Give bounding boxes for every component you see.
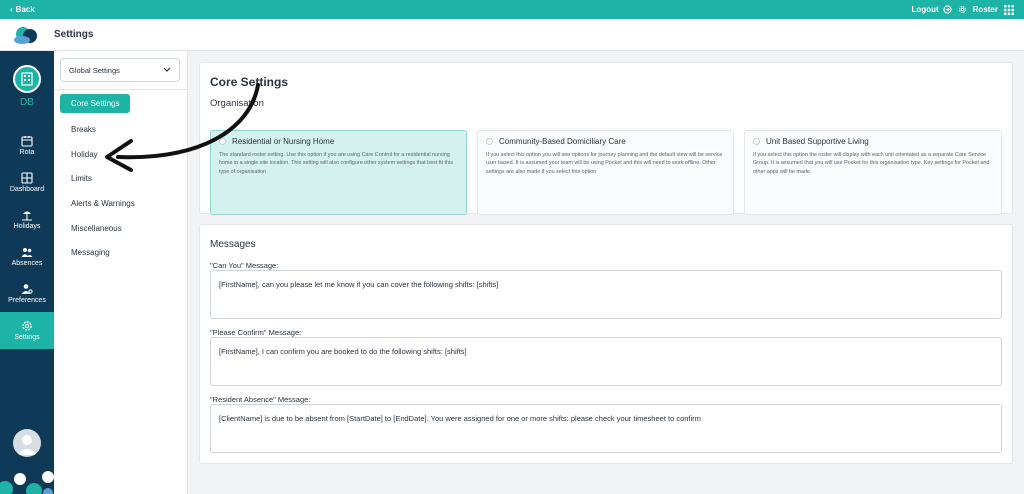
scope-select[interactable]: Global Settings [60,58,180,82]
option-supportive-living[interactable]: Unit Based Supportive Living If you sele… [744,130,1002,215]
people-icon [21,248,33,257]
option-title: Residential or Nursing Home [232,137,335,146]
building-icon [21,72,33,86]
organisation-label: Organisation [210,98,264,109]
field-label: "Can You" Message: [210,261,279,270]
logout-label: Logout [911,5,939,14]
org-avatar[interactable] [13,65,41,93]
divider [54,89,188,90]
calendar-icon [21,136,33,147]
option-title: Community-Based Domiciliary Care [499,137,626,146]
subnav-item-breaks[interactable]: Breaks [71,125,96,134]
option-residential[interactable]: Residential or Nursing Home The standard… [210,130,467,215]
subnav-item-messaging[interactable]: Messaging [71,248,110,257]
option-domiciliary[interactable]: Community-Based Domiciliary Care If you … [477,130,734,215]
messages-title: Messages [210,239,256,250]
option-description: If you select this option the roster wil… [753,152,990,175]
top-bar-actions: Logout Roster [912,4,1014,15]
rail-item-label: Absences [11,260,43,267]
subnav-item-miscellaneous[interactable]: Miscellaneous [71,224,122,233]
decorative-pattern [0,471,54,494]
roster-label[interactable]: Roster [973,5,998,14]
chevron-left-icon: ‹ [10,5,13,14]
settings-subnav: Global Settings Core Settings Breaks Hol… [54,51,188,494]
rail-item-label: Rota [19,149,35,156]
left-rail: DB Rota Dashboard Holidays Absences Pref… [0,51,54,494]
rail-item-rota[interactable]: Rota [0,127,54,164]
beach-icon [22,211,32,221]
back-label: Back [15,5,35,14]
app-logo [0,19,54,51]
page-header: Settings [0,19,1024,51]
please-confirm-message-input[interactable]: [FirstName], I can confirm you are booke… [210,337,1002,386]
rail-item-dashboard[interactable]: Dashboard [0,164,54,201]
radio-button[interactable] [486,138,493,145]
grid-menu-icon[interactable] [1004,4,1014,15]
main-content: Core Settings Organisation Residential o… [188,51,1024,494]
option-description: If you select this option you will see o… [486,152,723,175]
page-title: Settings [54,29,94,40]
subnav-item-alerts-warnings[interactable]: Alerts & Warnings [71,199,135,208]
rail-item-label: Preferences [8,297,46,304]
rail-item-settings[interactable]: Settings [0,312,54,349]
core-settings-card: Core Settings Organisation Residential o… [199,62,1013,215]
subnav-item-core-settings[interactable]: Core Settings [60,94,131,113]
resident-absence-message-input[interactable]: [ClientName] is due to be absent from [S… [210,404,1002,453]
user-settings-icon [21,284,33,294]
option-description: The standard roster setting. Use this op… [219,152,453,175]
user-initials: DB [20,97,34,108]
rail-item-preferences[interactable]: Preferences [0,275,54,312]
chevron-down-icon [163,67,171,72]
section-title: Core Settings [210,75,289,89]
radio-button[interactable] [753,138,760,145]
subnav-item-limits[interactable]: Limits [71,174,92,183]
back-button[interactable]: ‹ Back [10,5,35,14]
messages-card: Messages "Can You" Message: [FirstName],… [199,224,1013,464]
rail-item-holidays[interactable]: Holidays [0,201,54,238]
scope-select-value: Global Settings [69,65,120,75]
gear-icon [22,321,32,331]
logout-button[interactable]: Logout [912,5,952,14]
rail-item-absences[interactable]: Absences [0,238,54,275]
top-bar: ‹ Back Logout Roster [0,0,1024,19]
rail-item-label: Dashboard [9,186,45,193]
field-label: "Resident Absence" Message: [210,395,311,404]
radio-button[interactable] [219,138,226,145]
logout-icon [943,5,952,14]
option-title: Unit Based Supportive Living [766,137,869,146]
subnav-item-holiday[interactable]: Holiday [71,150,98,159]
gear-icon[interactable] [958,5,967,14]
user-avatar[interactable] [13,429,41,457]
field-label: "Please Confirm" Message: [210,328,302,337]
rail-item-label: Settings [14,334,40,341]
can-you-message-input[interactable]: [FirstName], can you please let me know … [210,270,1002,319]
dashboard-icon [21,172,33,184]
rail-item-label: Holidays [13,223,41,230]
